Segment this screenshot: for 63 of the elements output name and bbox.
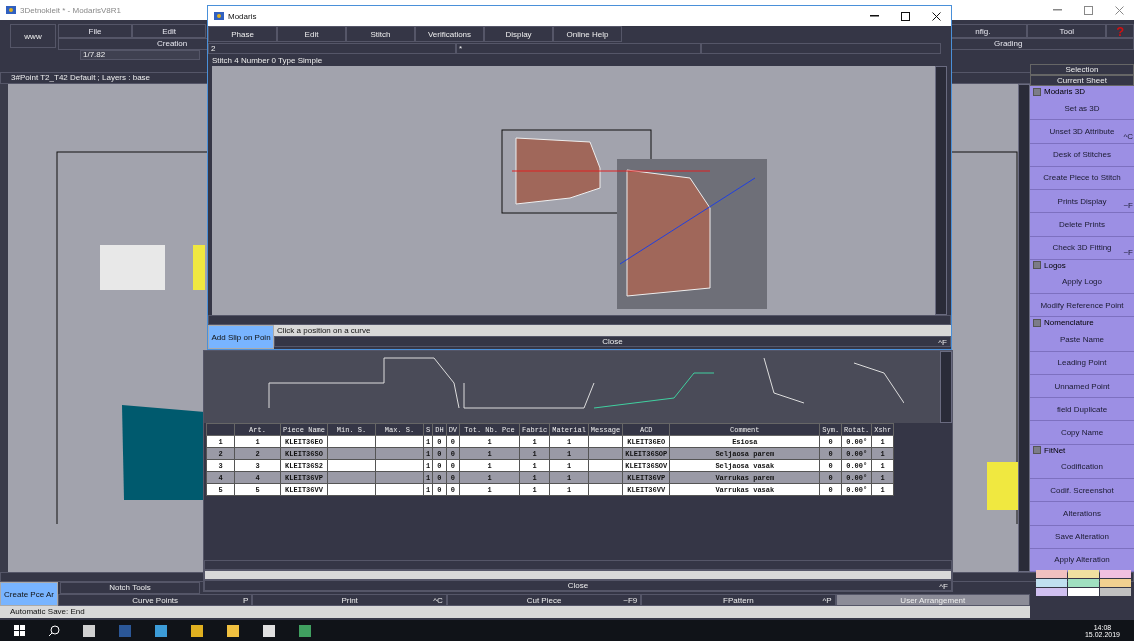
checkbox[interactable] xyxy=(1033,318,1041,327)
shortcut-label: ~F9 xyxy=(623,596,638,605)
taskbar-app-icon[interactable] xyxy=(262,623,276,638)
shortcut-label: ^C xyxy=(1123,131,1133,141)
tool-tab[interactable]: Cut Piece ~F9 xyxy=(446,594,642,606)
group-label: FitNet xyxy=(1044,445,1066,455)
tool-tab[interactable]: Curve Points P xyxy=(58,594,253,606)
close-icon[interactable] xyxy=(932,11,941,21)
autosave-status: Automatic Save: End xyxy=(0,606,1030,618)
prompt-field: Click a position on a curve xyxy=(274,325,951,336)
dialog-title: Modaris xyxy=(228,11,257,21)
submenu-label: Creation xyxy=(157,39,188,48)
submenu-label: Grading xyxy=(994,39,1023,48)
shortcut-label: ^P xyxy=(822,596,832,605)
tool-tab[interactable]: Print ^C xyxy=(252,594,447,606)
shortcut-label: P xyxy=(243,596,249,605)
close-button[interactable]: Close ^F xyxy=(204,580,952,591)
stitch-info: Stitch 4 Number 0 Type Simple xyxy=(211,55,324,66)
taskbar-app-icon[interactable] xyxy=(154,623,168,638)
app-logo-icon xyxy=(214,12,224,20)
group-label: Nomenclature xyxy=(1044,318,1094,328)
input-field[interactable] xyxy=(701,43,941,54)
logo-button[interactable]: www xyxy=(10,24,56,48)
panel-header: Selection xyxy=(1030,64,1134,75)
start-icon[interactable] xyxy=(14,624,26,637)
menu-item[interactable]: Tool xyxy=(1027,24,1107,38)
shortcut-label: ^C xyxy=(433,596,443,605)
scrollbar xyxy=(940,351,952,423)
taskbar-app-icon[interactable] xyxy=(298,623,312,638)
taskbar-app-icon[interactable] xyxy=(82,623,96,638)
tool-tab[interactable]: FPattern ^P xyxy=(641,594,836,606)
menu-item[interactable]: Phase xyxy=(208,26,277,42)
menu-item[interactable]: File xyxy=(58,24,133,38)
search-icon[interactable] xyxy=(48,624,60,637)
checkbox[interactable] xyxy=(1033,87,1041,96)
taskbar-app-icon[interactable] xyxy=(226,623,240,638)
window-title: 3Detnokleit * - ModarisV8R1 xyxy=(20,5,121,15)
shortcut-label: ~F xyxy=(1123,247,1133,257)
group-label: Modaris 3D xyxy=(1044,87,1085,96)
checkbox[interactable] xyxy=(1033,446,1041,455)
menu-item[interactable]: Stitch xyxy=(346,26,415,42)
shortcut-label: ^F xyxy=(938,338,947,347)
shortcut-label: ^F xyxy=(939,582,948,591)
input-field[interactable]: * xyxy=(456,43,701,54)
menu-item[interactable]: Edit xyxy=(132,24,207,38)
menu-item[interactable]: Edit xyxy=(277,26,346,42)
panel-header: Current Sheet xyxy=(1030,75,1134,86)
menu-item[interactable]: Verifications xyxy=(415,26,484,42)
checkbox[interactable] xyxy=(1033,261,1041,270)
group-label: Logos xyxy=(1044,260,1066,270)
input-field[interactable]: 2 xyxy=(208,43,456,54)
notch-tools-button[interactable]: Notch Tools xyxy=(60,582,200,594)
app-logo-icon xyxy=(6,6,16,14)
menu-item[interactable]: Display xyxy=(484,26,553,42)
scale-field[interactable]: 1/7.82 xyxy=(80,50,200,60)
minimize-icon[interactable] xyxy=(870,15,879,17)
close-button[interactable]: Close ^F xyxy=(274,336,951,347)
create-piece-button[interactable]: Create Pce Ar xyxy=(0,582,58,606)
taskbar-app-icon[interactable] xyxy=(190,623,204,638)
add-slip-button[interactable]: Add Slip on Poin xyxy=(208,325,274,349)
maximize-icon[interactable] xyxy=(901,11,910,21)
shortcut-label: ~F xyxy=(1123,201,1133,211)
menu-item[interactable]: Online Help xyxy=(553,26,622,42)
